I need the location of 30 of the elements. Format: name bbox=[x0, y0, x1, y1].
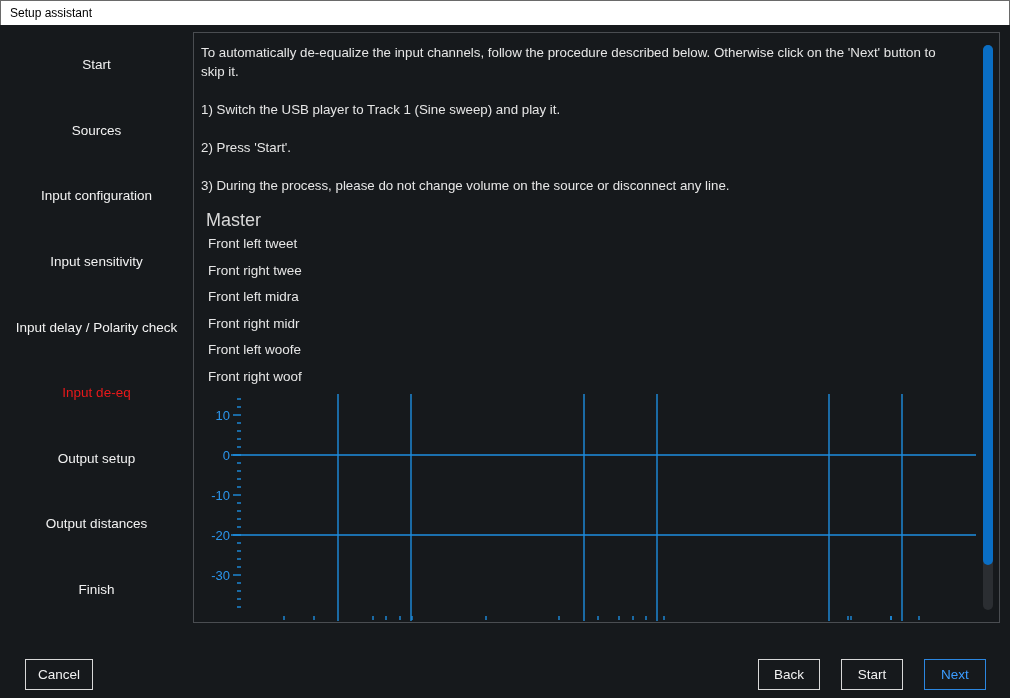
axis-label: -10 bbox=[211, 488, 230, 504]
step-link[interactable]: Input delay / Polarity check bbox=[15, 319, 178, 337]
channel-label: Front left woofe bbox=[208, 342, 303, 360]
cancel-button[interactable]: Cancel bbox=[25, 658, 94, 690]
step-link[interactable]: Start bbox=[82, 57, 111, 75]
instruction-text: 3) During the process, please do not change volume on the source or disconnect any line. bbox=[201, 177, 731, 196]
nav-button[interactable]: Back bbox=[758, 658, 820, 690]
step-link[interactable]: Finish bbox=[78, 581, 115, 599]
channel-label: Front left midra bbox=[208, 289, 300, 307]
step-link[interactable]: Sources bbox=[71, 122, 122, 140]
channel-label: Front left tweet bbox=[208, 236, 299, 254]
instruction-text: 1) Switch the USB player to Track 1 (Sine sweep) and play it. bbox=[201, 101, 562, 120]
axis-label: -20 bbox=[211, 528, 230, 544]
step-link[interactable]: Input sensitivity bbox=[50, 253, 143, 271]
step-link[interactable]: Output distances bbox=[45, 516, 148, 534]
step-link[interactable]: Input de-eq bbox=[62, 385, 131, 403]
axis-label: -30 bbox=[211, 568, 230, 584]
window-title: Setup assistant bbox=[10, 6, 93, 21]
instruction-text: 2) Press 'Start'. bbox=[201, 139, 293, 158]
axis-label: 0 bbox=[222, 448, 230, 464]
axis-label: 10 bbox=[215, 408, 230, 424]
step-link[interactable]: Input configuration bbox=[40, 188, 153, 206]
instruction-text: To automatically de-equalize the input channels, follow the procedure described below. Otherwise click on the 'Next' button to skip it. bbox=[201, 44, 937, 82]
group-title: Master bbox=[206, 210, 262, 232]
step-link[interactable]: Output setup bbox=[57, 450, 136, 468]
nav-button[interactable]: Start bbox=[841, 658, 903, 690]
channel-label: Front right twee bbox=[208, 262, 303, 280]
channel-label: Front right woof bbox=[208, 368, 303, 386]
nav-button[interactable]: Next bbox=[924, 658, 986, 690]
channel-label: Front right midr bbox=[208, 315, 301, 333]
